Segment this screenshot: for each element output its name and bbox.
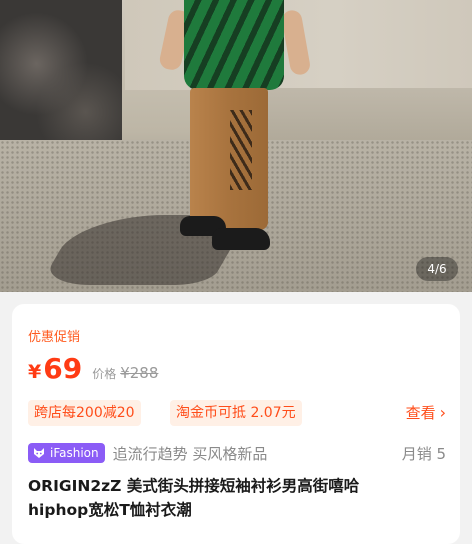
view-more-label: 查看 <box>405 404 436 422</box>
product-info-card: 优惠促销 ¥ 69 价格 ¥288 跨店每200减20 淘金币可抵 2.07元 … <box>12 304 460 544</box>
price-currency: ¥ <box>28 361 42 383</box>
model-right-shoe <box>212 228 270 250</box>
price-row: ¥ 69 价格 ¥288 <box>28 352 158 386</box>
original-price: ¥288 <box>120 364 159 382</box>
ifashion-badge[interactable]: iFashion <box>28 443 105 463</box>
brand-row: iFashion 追流行趋势 买风格新品 月销 5 <box>28 442 446 464</box>
ifashion-label: iFashion <box>50 446 99 460</box>
model-pants <box>190 88 268 230</box>
product-image[interactable]: 4/6 <box>0 0 472 292</box>
chevron-right-icon: › <box>439 403 446 422</box>
monthly-sales: 月销 5 <box>401 444 446 463</box>
wall-left <box>0 0 122 160</box>
promo-label: 优惠促销 <box>28 330 81 345</box>
pants-print <box>230 110 252 190</box>
image-counter: 4/6 <box>416 257 458 281</box>
brand-slogan: 追流行趋势 买风格新品 <box>112 444 268 463</box>
product-title-line-2: hiphop宽松T恤衬衣潮 <box>28 501 192 519</box>
model-shirt <box>184 0 284 90</box>
product-title-line-1: ORIGIN2zZ 美式街头拼接短袖衬衫男高街嘻哈 <box>28 477 360 495</box>
price-value: 69 <box>43 352 83 385</box>
original-price-label: 价格 <box>92 367 117 381</box>
coupon-tag-cross-store[interactable]: 跨店每200减20 <box>28 400 141 426</box>
coupon-tag-taojinbi[interactable]: 淘金币可抵 2.07元 <box>170 400 302 426</box>
fox-icon <box>34 448 44 458</box>
view-more-button[interactable]: 查看 › <box>406 400 446 426</box>
